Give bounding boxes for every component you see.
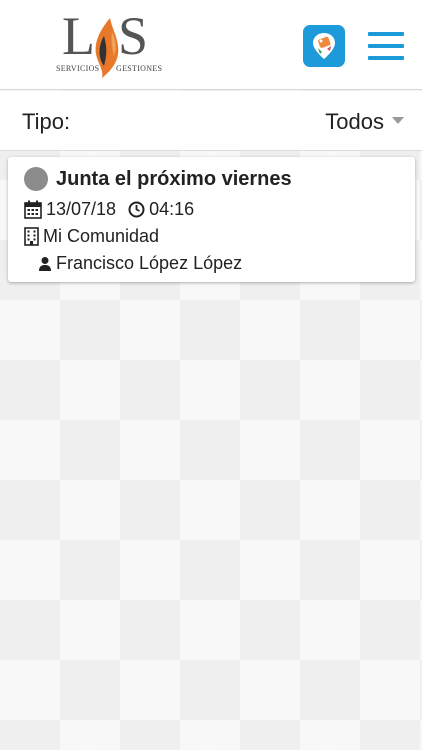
clock-icon [128, 201, 145, 218]
hamburger-menu-icon[interactable] [368, 32, 404, 62]
map-pin-tag-glyph [313, 33, 335, 59]
type-filter-select[interactable]: Todos [325, 109, 404, 135]
item-datetime-row: 13/07/18 04:16 [24, 199, 194, 220]
item-title-row: Junta el próximo viernes [24, 167, 292, 191]
caret-down-icon [392, 116, 404, 124]
logo-sub-left: SERVICIOS [56, 64, 100, 73]
item-person-row: Francisco López López [38, 253, 242, 274]
company-logo: L S SERVICIOS GESTIONES [56, 6, 166, 84]
type-filter-bar: Tipo: Todos [0, 91, 422, 151]
user-icon [38, 256, 52, 272]
item-time-group: 04:16 [128, 199, 194, 220]
menu-bar-bottom [368, 56, 404, 60]
building-icon [24, 227, 39, 246]
list-item[interactable]: Junta el próximo viernes 13/07/18 04:16 … [8, 157, 415, 282]
item-title: Junta el próximo viernes [56, 167, 292, 190]
map-pin-tag-icon[interactable] [303, 25, 345, 67]
item-place-row: Mi Comunidad [24, 226, 159, 247]
calendar-icon [24, 200, 42, 219]
menu-bar-top [368, 32, 404, 36]
filter-selected-value: Todos [325, 109, 384, 134]
item-date: 13/07/18 [46, 199, 117, 219]
logo-sub-right: GESTIONES [116, 64, 163, 73]
menu-bar-middle [368, 44, 404, 48]
item-time: 04:16 [149, 199, 195, 219]
app-header: L S SERVICIOS GESTIONES [0, 0, 422, 90]
filter-label: Tipo: [22, 109, 71, 134]
item-place: Mi Comunidad [43, 226, 160, 246]
item-person: Francisco López López [56, 253, 243, 273]
status-dot-icon [24, 167, 48, 191]
